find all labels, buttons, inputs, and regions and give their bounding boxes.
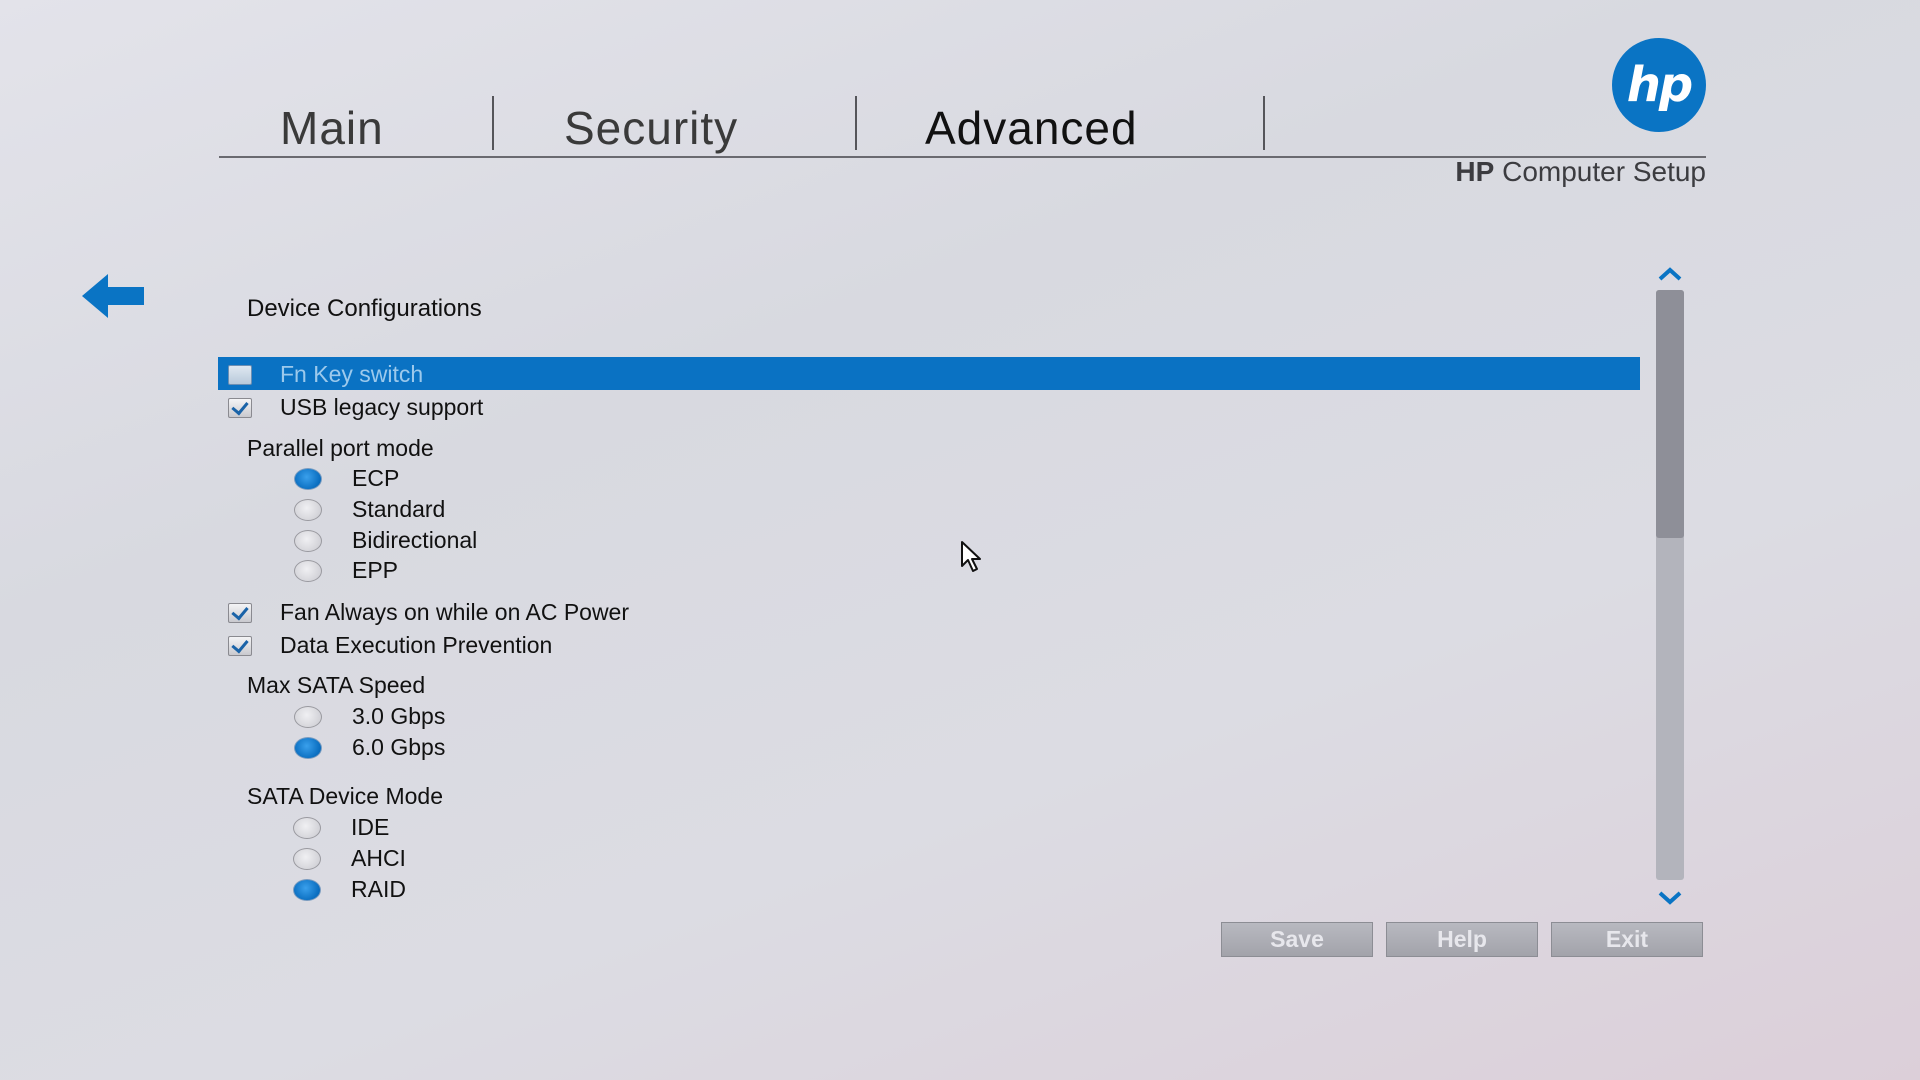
parallel-port-mode-label: Parallel port mode [247, 435, 434, 461]
radio-button[interactable] [293, 878, 321, 901]
tab-bar: Main Security Advanced [219, 88, 1706, 158]
radio-button[interactable] [294, 529, 322, 552]
product-name: HP Computer Setup [1455, 156, 1706, 188]
radio-label: AHCI [351, 845, 406, 871]
hp-logo-text: hp [1626, 57, 1694, 113]
tab-separator [855, 96, 857, 150]
radio-button[interactable] [294, 559, 322, 582]
checkbox[interactable] [228, 364, 252, 385]
tab-main[interactable]: Main [280, 88, 384, 156]
tab-separator [492, 96, 494, 150]
chevron-up-icon[interactable] [1656, 264, 1684, 284]
selection-highlight [218, 357, 1640, 390]
setting-data-execution-prevention[interactable]: Data Execution Prevention [228, 632, 552, 659]
radio-label: 3.0 Gbps [352, 703, 446, 729]
radio-option-bidirectional[interactable]: Bidirectional [294, 527, 477, 554]
scrollbar-track[interactable] [1656, 290, 1684, 880]
radio-button[interactable] [294, 498, 322, 521]
radio-option-epp[interactable]: EPP [294, 557, 398, 584]
exit-button[interactable]: Exit [1551, 922, 1703, 957]
sata-device-mode-label: SATA Device Mode [247, 783, 444, 809]
setting-fan-always-on[interactable]: Fan Always on while on AC Power [228, 599, 629, 626]
max-sata-speed-label: Max SATA Speed [247, 672, 426, 698]
radio-option-raid[interactable]: RAID [293, 876, 406, 903]
radio-button[interactable] [294, 467, 322, 490]
checkbox[interactable] [228, 602, 252, 623]
help-button[interactable]: Help [1386, 922, 1538, 957]
hp-logo: hp [1612, 38, 1706, 132]
section-title: Device Configurations [247, 295, 482, 322]
radio-option-ecp[interactable]: ECP [294, 465, 399, 492]
left-arrow-icon[interactable] [82, 274, 144, 318]
radio-label: EPP [352, 557, 399, 583]
radio-button[interactable] [294, 705, 322, 728]
checkbox[interactable] [228, 397, 252, 418]
tab-advanced[interactable]: Advanced [925, 88, 1138, 156]
radio-button[interactable] [293, 816, 321, 839]
radio-label: ECP [352, 465, 400, 491]
radio-option-ide[interactable]: IDE [293, 814, 389, 841]
radio-label: 6.0 Gbps [352, 734, 446, 760]
radio-label: Standard [352, 496, 446, 522]
radio-option-6gbps[interactable]: 6.0 Gbps [294, 734, 445, 761]
chevron-down-icon[interactable] [1656, 888, 1684, 908]
radio-option-ahci[interactable]: AHCI [293, 845, 406, 872]
setting-label: Fn Key switch [280, 361, 424, 387]
radio-label: IDE [351, 814, 390, 840]
radio-button[interactable] [293, 847, 321, 870]
setting-fn-key-switch[interactable]: Fn Key switch [228, 361, 423, 388]
tab-separator [1263, 96, 1265, 150]
radio-option-3gbps[interactable]: 3.0 Gbps [294, 703, 445, 730]
setting-usb-legacy-support[interactable]: USB legacy support [228, 394, 483, 421]
scrollbar-thumb[interactable] [1656, 290, 1684, 538]
radio-label: Bidirectional [352, 527, 478, 553]
checkbox[interactable] [228, 635, 252, 656]
setting-label: USB legacy support [280, 394, 484, 420]
setting-label: Fan Always on while on AC Power [280, 599, 630, 625]
product-title: Computer Setup [1502, 156, 1706, 187]
mouse-pointer-icon [961, 541, 981, 572]
radio-option-standard[interactable]: Standard [294, 496, 445, 523]
radio-button[interactable] [294, 736, 322, 759]
radio-label: RAID [351, 876, 406, 902]
tab-security[interactable]: Security [564, 88, 738, 156]
product-brand: HP [1455, 156, 1495, 187]
setting-label: Data Execution Prevention [280, 632, 553, 658]
save-button[interactable]: Save [1221, 922, 1373, 957]
